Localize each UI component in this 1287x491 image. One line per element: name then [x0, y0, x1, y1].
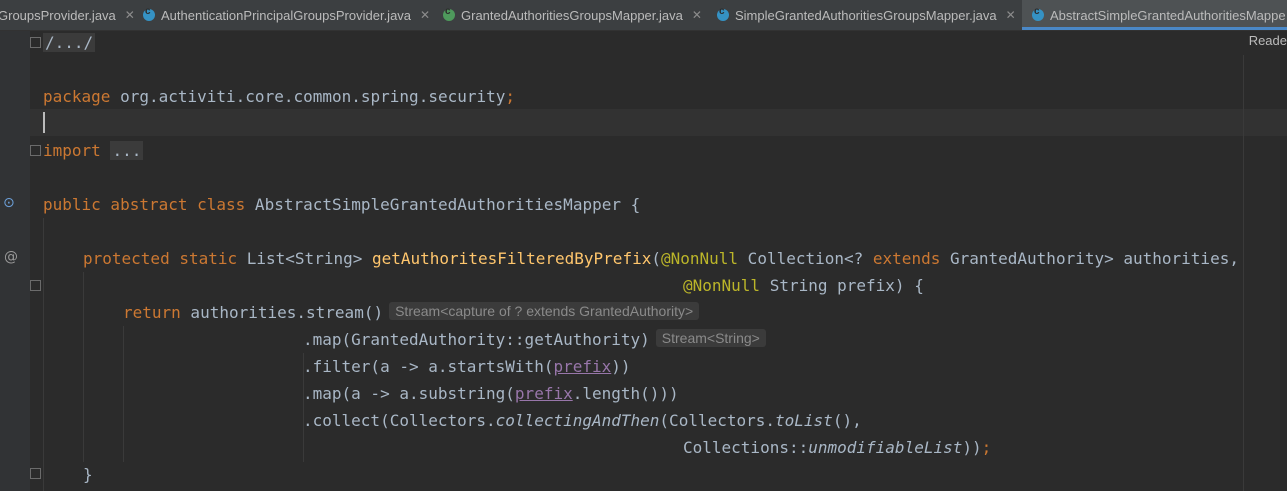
prefix-param: String prefix) { [760, 276, 924, 295]
unmodifiable-list: unmodifiableList [808, 438, 963, 457]
reader-mode-button[interactable]: Reade [1249, 33, 1287, 48]
length-call: .length())) [572, 384, 679, 403]
collecting-and-then: collectingAndThen [495, 411, 660, 430]
folded-header-comment[interactable]: /.../ [43, 33, 96, 52]
open-paren: ( [651, 249, 661, 268]
stream-call: authorities.stream() [180, 303, 384, 322]
code-line-16[interactable]: Collections::unmodifiableList)); [683, 434, 991, 461]
package-keyword: package [43, 87, 111, 106]
code-line-3[interactable]: package org.activiti.core.common.spring.… [43, 83, 515, 110]
right-margin-guide [1243, 55, 1244, 491]
type-hint: Stream<capture of ? extends GrantedAutho… [389, 302, 700, 320]
code-line-5[interactable]: import ... [43, 137, 144, 164]
code-line-12[interactable]: .map(GrantedAuthority::getAuthority) Stre… [303, 326, 766, 353]
tab-groups-provider[interactable]: GroupsProvider.java ✕ [0, 0, 135, 30]
code-line-15[interactable]: .collect(Collectors.collectingAndThen(Co… [303, 407, 862, 434]
close-parens: )) [611, 357, 631, 376]
code-line-17[interactable]: } [83, 461, 93, 488]
implemented-override-gutter-icon[interactable]: ⊙ [3, 195, 15, 211]
map-call: .map(GrantedAuthority::getAuthority) [303, 330, 650, 349]
map-substring-call: .map(a -> a.substring( [303, 384, 515, 403]
tab-label: SimpleGrantedAuthoritiesGroupsMapper.jav… [735, 7, 997, 23]
prefix-reference: prefix [514, 384, 573, 403]
collectors-ref: (Collectors. [659, 411, 776, 430]
extends-keyword: extends [872, 249, 941, 268]
return-keyword: return [123, 303, 181, 322]
editor-tab-bar: GroupsProvider.java ✕ AuthenticationPrin… [0, 0, 1287, 31]
fold-toggle-icon[interactable] [30, 37, 41, 48]
fold-toggle-icon[interactable] [30, 280, 41, 291]
semicolon: ; [505, 87, 516, 106]
code-line-14[interactable]: .map(a -> a.substring(prefix.length())) [303, 380, 679, 407]
indent-guide [43, 218, 44, 491]
package-name: org.activiti.core.common.spring.security [110, 87, 506, 106]
type-hint: Stream<String> [655, 329, 766, 347]
tab-authentication-principal-groups-provider[interactable]: AuthenticationPrincipalGroupsProvider.ja… [143, 0, 430, 30]
interface-icon [443, 6, 455, 21]
tab-granted-authorities-groups-mapper[interactable]: GrantedAuthoritiesGroupsMapper.java ✕ [443, 0, 702, 30]
tab-abstract-simple-granted-authorities-mapper[interactable]: AbstractSimpleGrantedAuthoritiesMappe [1022, 0, 1287, 30]
tab-label: GroupsProvider.java [0, 7, 116, 23]
method-modifiers: protected static [83, 249, 238, 268]
code-line-10[interactable]: @NonNull String prefix) { [683, 272, 924, 299]
indent-guide [123, 326, 124, 462]
fold-toggle-icon[interactable] [30, 468, 41, 479]
code-line-1[interactable]: /.../ [43, 29, 96, 56]
code-line-11[interactable]: return authorities.stream() Stream<captur… [123, 299, 700, 326]
fold-toggle-icon[interactable] [30, 145, 41, 156]
abstract-class-icon [1032, 6, 1044, 21]
text-caret [43, 112, 45, 133]
code-line-7[interactable]: public abstract class AbstractSimpleGran… [43, 191, 640, 218]
class-icon [717, 6, 729, 21]
collections-ref: Collections:: [683, 438, 809, 457]
tab-label: GrantedAuthoritiesGroupsMapper.java [461, 7, 683, 23]
collect-call: .collect(Collectors. [303, 411, 496, 430]
tab-simple-granted-authorities-groups-mapper[interactable]: SimpleGrantedAuthoritiesGroupsMapper.jav… [717, 0, 1016, 30]
folded-imports[interactable]: ... [110, 141, 144, 160]
return-type: List<String> [237, 249, 372, 268]
tab-label: AuthenticationPrincipalGroupsProvider.ja… [161, 7, 412, 23]
class-modifiers: public abstract class [43, 195, 246, 214]
current-line-highlight [30, 109, 1287, 136]
method-name: getAuthoritesFilteredByPrefix [371, 249, 652, 268]
param-rest: GrantedAuthority> authorities, [940, 249, 1239, 268]
class-declaration: AbstractSimpleGrantedAuthoritiesMapper { [245, 195, 641, 214]
annotation-gutter-icon[interactable]: @ [4, 249, 18, 265]
closing-brace: } [83, 465, 93, 484]
nonnull-annotation: @NonNull [660, 249, 739, 268]
prefix-reference: prefix [553, 357, 612, 376]
close-icon[interactable]: ✕ [125, 8, 135, 22]
indent-guide [83, 272, 84, 462]
semicolon: ; [981, 438, 992, 457]
call-end: (), [832, 411, 862, 430]
close-icon[interactable]: ✕ [692, 8, 702, 22]
close-parens: )) [962, 438, 982, 457]
code-line-9[interactable]: protected static List<String> getAuthori… [83, 245, 1239, 272]
code-line-13[interactable]: .filter(a -> a.startsWith(prefix)) [303, 353, 631, 380]
nonnull-annotation: @NonNull [683, 276, 761, 295]
tab-label: AbstractSimpleGrantedAuthoritiesMappe [1050, 7, 1286, 23]
param-type: Collection<? [738, 249, 873, 268]
filter-call: .filter(a -> a.startsWith( [303, 357, 554, 376]
to-list: toList [775, 411, 833, 430]
close-icon[interactable]: ✕ [1006, 8, 1016, 22]
class-icon [143, 6, 155, 21]
import-keyword: import [43, 141, 101, 160]
close-icon[interactable]: ✕ [420, 8, 430, 22]
